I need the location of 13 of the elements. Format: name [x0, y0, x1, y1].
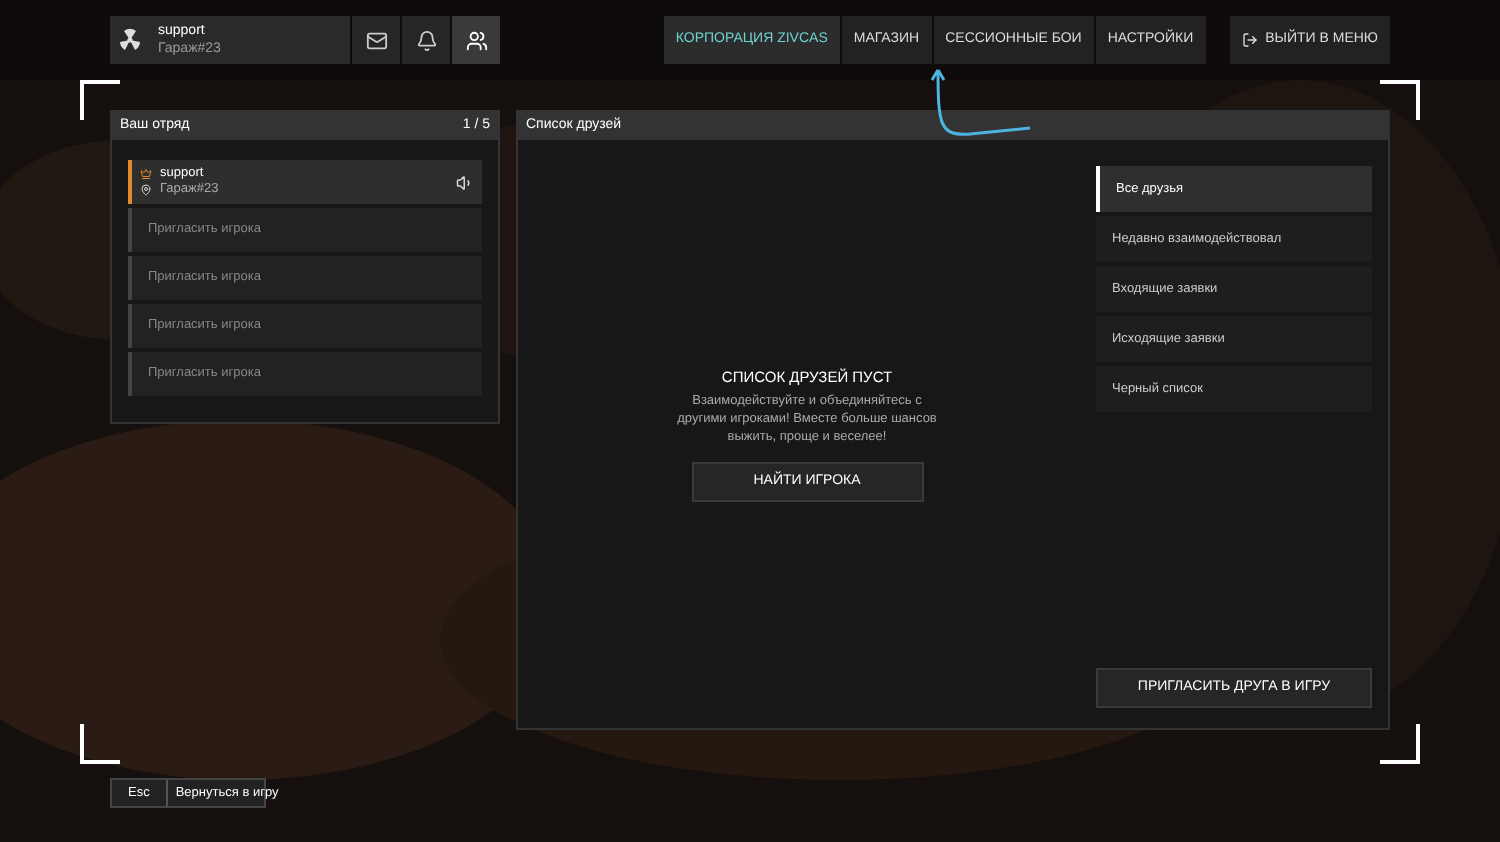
arrow-drawing: [930, 66, 1034, 142]
bell-icon: [415, 29, 437, 51]
mail-button[interactable]: [352, 16, 400, 64]
crown-icon: [140, 168, 152, 180]
bell-button[interactable]: [402, 16, 450, 64]
speaker-icon: [456, 173, 474, 191]
mail-icon: [365, 29, 387, 51]
friends-button[interactable]: [452, 16, 500, 64]
friends-icon: [465, 29, 487, 51]
radiation-icon: [118, 28, 142, 52]
exit-icon: [1241, 32, 1258, 48]
frame-corner: [80, 724, 120, 764]
location-icon: [140, 184, 152, 196]
